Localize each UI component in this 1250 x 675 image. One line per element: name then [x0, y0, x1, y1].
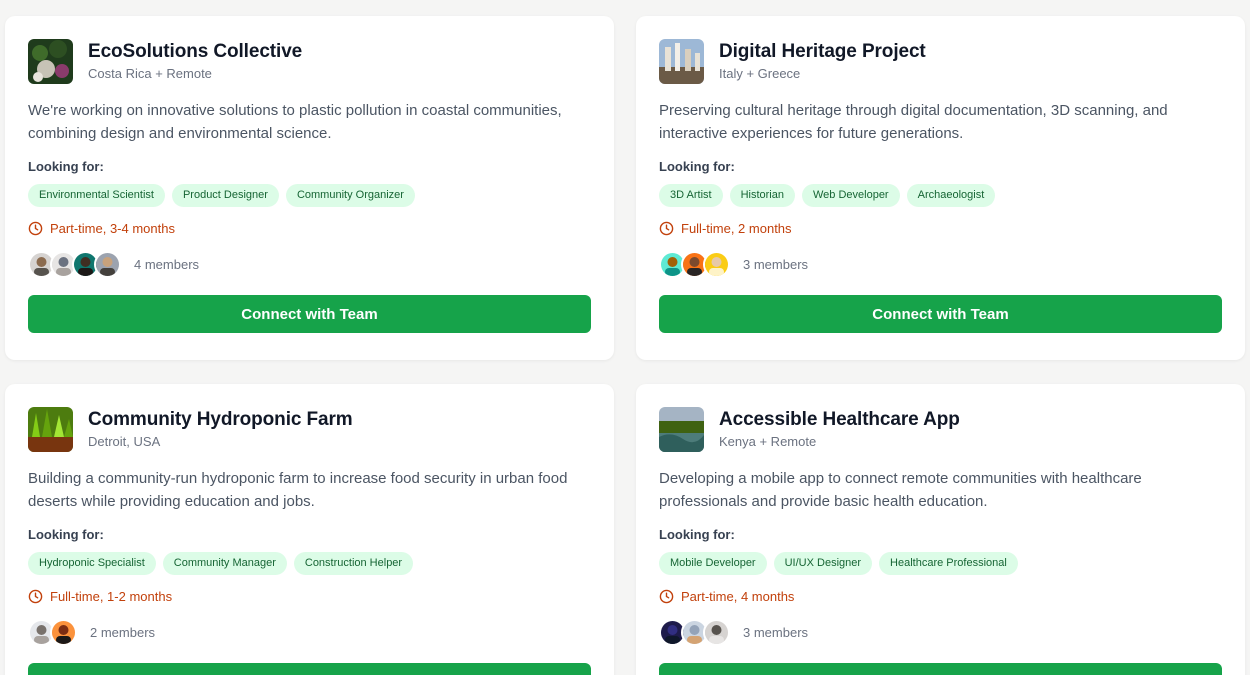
connect-button[interactable]: Connect with Team — [28, 295, 591, 333]
team-members: 3 members — [659, 618, 1222, 646]
connect-button[interactable]: Connect with Team — [659, 663, 1222, 675]
member-count: 2 members — [90, 624, 156, 640]
project-description: Developing a mobile app to connect remot… — [659, 470, 1142, 510]
role-tag: Hydroponic Specialist — [28, 552, 156, 575]
member-count: 3 members — [743, 256, 809, 272]
role-tag: Environmental Scientist — [28, 184, 165, 207]
project-thumbnail — [659, 407, 704, 452]
looking-for-label: Looking for: — [28, 159, 104, 174]
connect-button[interactable]: Connect with Team — [28, 663, 591, 675]
role-tags: Environmental Scientist Product Designer… — [28, 184, 591, 207]
project-location: Kenya + Remote — [719, 434, 817, 449]
role-tag: Product Designer — [171, 184, 279, 207]
project-description: Preserving cultural heritage through dig… — [659, 102, 1168, 142]
project-card: Community Hydroponic Farm Detroit, USA B… — [5, 384, 614, 675]
role-tag: UI/UX Designer — [773, 552, 873, 575]
project-location: Italy + Greece — [719, 66, 801, 81]
project-location: Costa Rica + Remote — [88, 66, 212, 81]
avatar-stack — [659, 618, 730, 646]
duration: Part-time, 4 months — [659, 587, 1222, 605]
role-tag: Historian — [729, 184, 795, 207]
role-tags: Hydroponic Specialist Community Manager … — [28, 552, 591, 575]
duration: Full-time, 1-2 months — [28, 587, 591, 605]
role-tag: Healthcare Professional — [879, 552, 1018, 575]
project-title: Accessible Healthcare App — [719, 409, 960, 430]
duration: Full-time, 2 months — [659, 219, 1222, 237]
avatar — [94, 250, 121, 278]
project-description: Building a community-run hydroponic farm… — [28, 470, 568, 510]
team-members: 4 members — [28, 250, 591, 278]
role-tags: Mobile Developer UI/UX Designer Healthca… — [659, 552, 1222, 575]
looking-for-label: Looking for: — [659, 159, 735, 174]
clock-icon — [28, 589, 43, 603]
role-tag: Construction Helper — [293, 552, 414, 575]
team-members: 3 members — [659, 250, 1222, 278]
avatar — [703, 250, 730, 278]
role-tag: Mobile Developer — [659, 552, 767, 575]
card-header: Digital Heritage Project Italy + Greece — [659, 39, 1222, 84]
avatar — [703, 618, 730, 646]
looking-for-label: Looking for: — [659, 527, 735, 542]
duration-text: Full-time, 2 months — [681, 220, 792, 236]
role-tag: 3D Artist — [659, 184, 723, 207]
avatar-stack — [28, 250, 121, 278]
project-card: Accessible Healthcare App Kenya + Remote… — [636, 384, 1245, 675]
project-title: Digital Heritage Project — [719, 41, 926, 62]
avatar — [50, 618, 77, 646]
card-header: EcoSolutions Collective Costa Rica + Rem… — [28, 39, 591, 84]
team-members: 2 members — [28, 618, 591, 646]
role-tag: Community Manager — [162, 552, 287, 575]
clock-icon — [659, 589, 674, 603]
looking-for-label: Looking for: — [28, 527, 104, 542]
connect-button[interactable]: Connect with Team — [659, 295, 1222, 333]
member-count: 3 members — [743, 624, 809, 640]
duration-text: Part-time, 4 months — [681, 588, 795, 604]
duration-text: Part-time, 3-4 months — [50, 220, 175, 236]
project-title: EcoSolutions Collective — [88, 41, 303, 62]
project-thumbnail — [28, 407, 73, 452]
card-header: Accessible Healthcare App Kenya + Remote — [659, 407, 1222, 452]
clock-icon — [659, 221, 674, 235]
role-tags: 3D Artist Historian Web Developer Archae… — [659, 184, 1222, 207]
member-count: 4 members — [134, 256, 200, 272]
project-card: Digital Heritage Project Italy + Greece … — [636, 16, 1245, 360]
project-card: EcoSolutions Collective Costa Rica + Rem… — [5, 16, 614, 360]
duration-text: Full-time, 1-2 months — [50, 588, 173, 604]
role-tag: Community Organizer — [285, 184, 415, 207]
card-header: Community Hydroponic Farm Detroit, USA — [28, 407, 591, 452]
avatar-stack — [28, 618, 77, 646]
role-tag: Web Developer — [801, 184, 900, 207]
avatar-stack — [659, 250, 730, 278]
duration: Part-time, 3-4 months — [28, 219, 591, 237]
project-description: We're working on innovative solutions to… — [28, 102, 562, 142]
project-grid: EcoSolutions Collective Costa Rica + Rem… — [0, 0, 1250, 675]
project-title: Community Hydroponic Farm — [88, 409, 353, 430]
project-thumbnail — [659, 39, 704, 84]
clock-icon — [28, 221, 43, 235]
project-location: Detroit, USA — [88, 434, 161, 449]
role-tag: Archaeologist — [906, 184, 996, 207]
project-thumbnail — [28, 39, 73, 84]
